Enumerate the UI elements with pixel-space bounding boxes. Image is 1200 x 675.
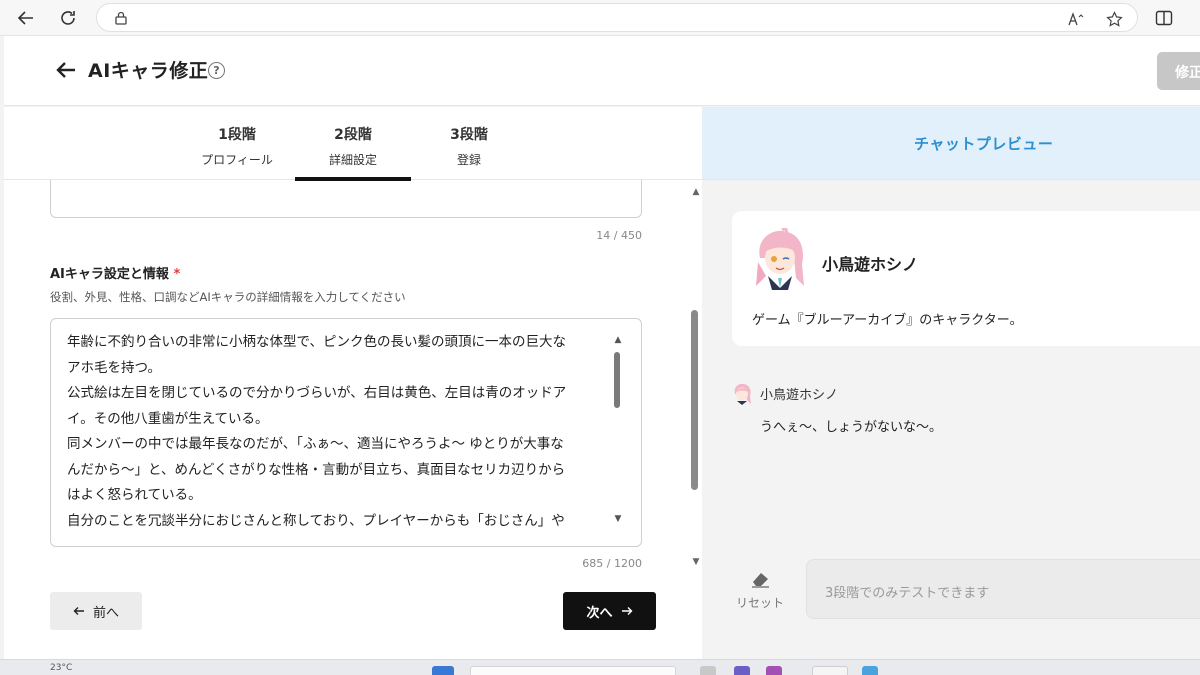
step-3-label: 登録: [456, 153, 481, 167]
start-icon[interactable]: [432, 666, 454, 675]
weather-widget[interactable]: 23°C: [50, 663, 72, 673]
panel-scrollbar-thumb[interactable]: [691, 310, 698, 490]
step-1-label: プロフィール: [201, 153, 273, 167]
browser-toolbar: [0, 0, 1200, 36]
step-2-label: 詳細設定: [328, 153, 377, 167]
step-3-tab[interactable]: 3段階 登録: [411, 107, 527, 180]
character-card: 小鳥遊ホシノ ゲーム『ブルーアーカイブ』のキャラクター。: [732, 211, 1200, 346]
browser-back-icon[interactable]: [14, 6, 38, 30]
step-2-number: 2段階: [334, 127, 372, 143]
previous-char-counter: 14 / 450: [596, 229, 642, 242]
reset-button[interactable]: リセット: [730, 570, 790, 616]
split-screen-icon[interactable]: [1152, 6, 1176, 30]
step-2-tab[interactable]: 2段階 詳細設定: [295, 107, 411, 181]
character-avatar: [756, 228, 804, 290]
section-description: 役割、外見、性格、口調などAIキャラの詳細情報を入力してください: [50, 290, 406, 304]
reset-label: リセット: [735, 596, 784, 610]
back-arrow-icon[interactable]: [54, 58, 78, 82]
chat-preview-panel: チャットプレビュー 小鳥遊ホシノ ゲーム『ブルーアーカイブ』のキャラクター。 小…: [702, 107, 1200, 659]
next-button-label: 次へ: [586, 605, 613, 621]
panel-scroll-down-icon[interactable]: ▼: [690, 557, 702, 567]
step-3-number: 3段階: [450, 127, 488, 143]
message-sender-name: 小鳥遊ホシノ: [760, 388, 839, 403]
preview-header: チャットプレビュー: [702, 107, 1200, 180]
favorite-star-icon[interactable]: [1105, 10, 1123, 28]
panel-scroll-up-icon[interactable]: ▲: [690, 187, 702, 197]
character-name: 小鳥遊ホシノ: [822, 255, 919, 274]
read-aloud-icon[interactable]: [1067, 10, 1085, 28]
previous-textarea[interactable]: [50, 180, 642, 218]
required-mark: *: [173, 267, 181, 282]
app-header: AIキャラ修正 ? 修正: [4, 36, 1200, 106]
arrow-left-icon: [73, 607, 84, 615]
arrow-right-icon: [621, 607, 632, 615]
taskbar-app-icon[interactable]: [734, 666, 750, 675]
taskbar-app-icon[interactable]: [862, 666, 878, 675]
taskbar-app-icon[interactable]: [766, 666, 782, 675]
chat-test-input[interactable]: 3段階でのみテストできます: [806, 559, 1200, 619]
next-button[interactable]: 次へ: [563, 592, 656, 630]
prev-button[interactable]: 前へ: [50, 592, 142, 630]
section-label: AIキャラ設定と情報 *: [50, 263, 180, 282]
preview-title: チャットプレビュー: [914, 135, 1054, 153]
taskbar-search-box[interactable]: [470, 666, 676, 675]
detail-textarea[interactable]: 年齢に不釣り合いの非常に小柄な体型で、ピンク色の長い髪の頭頂に一本の巨大な アホ…: [50, 318, 642, 547]
message-text: うへぇ～、しょうがないな～。: [760, 420, 943, 435]
step-1-tab[interactable]: 1段階 プロフィール: [179, 107, 295, 180]
save-button[interactable]: 修正: [1157, 52, 1200, 90]
step-1-number: 1段階: [218, 127, 256, 143]
address-bar[interactable]: [96, 3, 1138, 32]
message-avatar: [734, 383, 751, 405]
detail-char-counter: 685 / 1200: [582, 557, 642, 570]
help-icon[interactable]: ?: [208, 62, 225, 79]
taskbar-browser-icon[interactable]: [812, 666, 848, 675]
eraser-icon: [752, 573, 769, 588]
prev-button-label: 前へ: [92, 605, 119, 621]
lock-icon: [115, 11, 127, 25]
form-panel: 1段階 プロフィール 2段階 詳細設定 3段階 登録 14 / 450 AIキャ…: [4, 107, 702, 659]
textarea-scroll-down-icon[interactable]: ▼: [612, 514, 624, 524]
taskbar-app-icon[interactable]: [700, 666, 716, 675]
character-description: ゲーム『ブルーアーカイブ』のキャラクター。: [752, 313, 1023, 328]
textarea-scrollbar-thumb[interactable]: [614, 352, 620, 408]
os-taskbar: 23°C: [0, 659, 1200, 675]
page-title: AIキャラ修正: [88, 60, 209, 82]
section-label-text: AIキャラ設定と情報: [50, 267, 169, 282]
step-tabs: 1段階 プロフィール 2段階 詳細設定 3段階 登録: [4, 107, 702, 181]
textarea-scroll-up-icon[interactable]: ▲: [612, 335, 624, 345]
browser-reload-icon[interactable]: [56, 6, 80, 30]
detail-textarea-content[interactable]: 年齢に不釣り合いの非常に小柄な体型で、ピンク色の長い髪の頭頂に一本の巨大な アホ…: [67, 330, 607, 534]
